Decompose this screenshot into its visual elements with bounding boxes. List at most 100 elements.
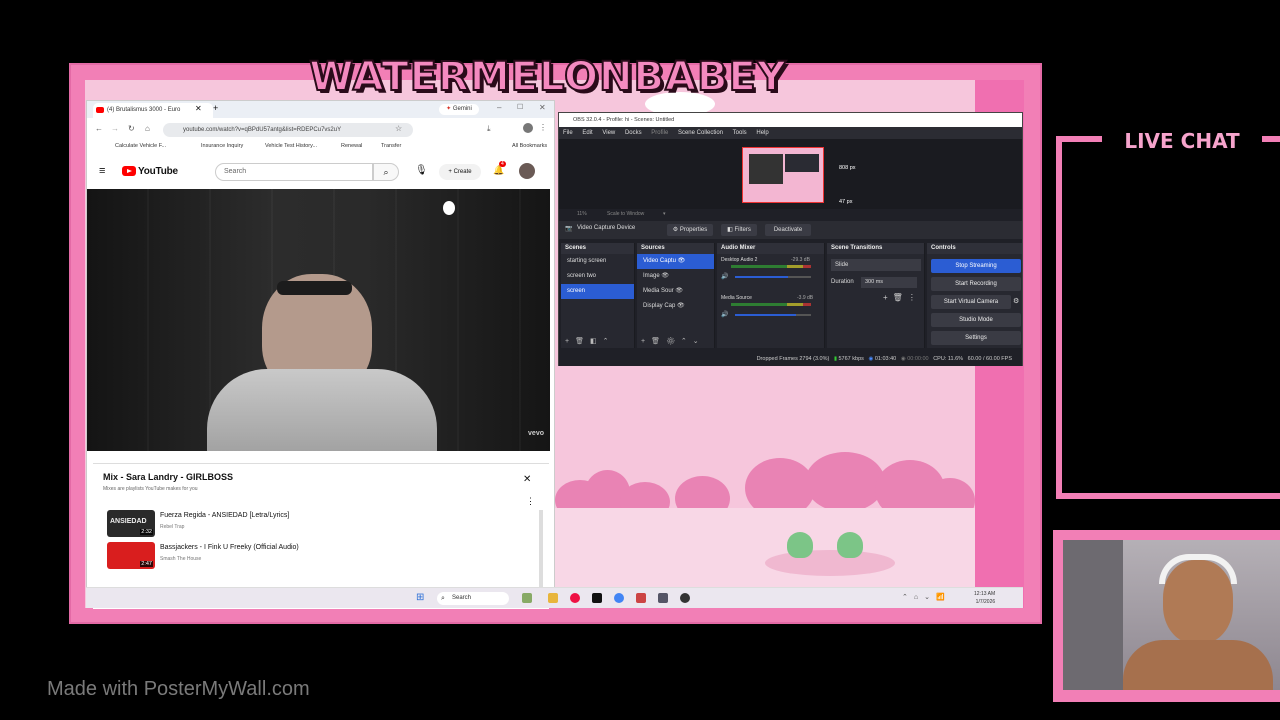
gear-icon[interactable]: ⚙ — [1013, 297, 1019, 305]
menu-item[interactable]: Tools — [733, 130, 747, 136]
properties-button[interactable]: ⚙ Properties — [667, 224, 713, 236]
eye-icon[interactable]: 👁 — [677, 303, 685, 309]
bookmark-item[interactable]: Vehicle Test History... — [265, 143, 317, 149]
volume-slider[interactable] — [735, 276, 811, 278]
properties-label: Properties — [679, 227, 708, 233]
chrome-icon[interactable] — [614, 593, 624, 603]
profile-avatar[interactable] — [523, 123, 533, 133]
create-button[interactable]: + Create — [439, 164, 481, 180]
close-playlist-icon[interactable]: ✕ — [523, 474, 531, 485]
bookmark-star-icon[interactable]: ☆ — [395, 124, 402, 133]
window-close-icon[interactable]: ✕ — [539, 103, 546, 112]
close-tab-icon[interactable]: ✕ — [195, 104, 202, 113]
ground-shadow — [765, 550, 895, 576]
download-icon[interactable]: ⤓ — [487, 124, 491, 134]
playlist-menu-icon[interactable]: ⋮ — [526, 496, 535, 507]
scale-mode[interactable]: Scale to Window — [607, 209, 644, 219]
tiktok-icon[interactable] — [592, 593, 602, 603]
bookmark-item[interactable]: Insurance Inquiry — [201, 143, 243, 149]
source-label: Media Sour — [643, 288, 674, 294]
source-item[interactable]: Media Sour 👁 — [637, 284, 714, 299]
eye-icon[interactable]: 👁 — [661, 273, 669, 279]
menu-item[interactable]: File — [563, 130, 573, 136]
start-recording-button[interactable]: Start Recording — [931, 277, 1021, 291]
file-explorer-icon[interactable] — [548, 593, 558, 603]
home-icon[interactable]: ⌂ — [145, 124, 150, 133]
playlist-scrollbar[interactable] — [539, 510, 543, 590]
microphone-icon[interactable]: 🎙 — [415, 165, 428, 176]
hamburger-menu-icon[interactable]: ≡ — [99, 165, 105, 177]
menu-item[interactable]: Docks — [625, 130, 642, 136]
scene-transitions-dock: Scene Transitions Slide Duration 300 ms … — [827, 243, 925, 348]
speaker-icon[interactable]: 🔊 — [721, 273, 728, 280]
playlist-item[interactable]: 2:47 Bassjackers - I Fink U Freeky (Offi… — [107, 542, 527, 570]
eye-icon[interactable]: 👁 — [678, 258, 686, 264]
settings-icon[interactable] — [658, 593, 668, 603]
video-player[interactable]: vevo — [87, 189, 550, 451]
menu-item[interactable]: Scene Collection — [678, 130, 723, 136]
bookmark-item[interactable]: Transfer — [381, 143, 401, 149]
zoom-level[interactable]: 11% — [577, 209, 587, 219]
search-icon[interactable]: ⌕ — [373, 163, 399, 181]
obs-preview[interactable]: 808 px 47 px — [559, 139, 1022, 209]
deactivate-button[interactable]: Deactivate — [765, 224, 811, 236]
ground — [555, 508, 975, 588]
stream-time: 01:03:40 — [874, 356, 897, 362]
menu-item[interactable]: Help — [756, 130, 768, 136]
all-bookmarks[interactable]: All Bookmarks — [512, 143, 547, 149]
forward-icon[interactable]: → — [111, 124, 119, 133]
menu-item[interactable]: Profile — [651, 130, 668, 136]
music-icon[interactable] — [636, 593, 646, 603]
eye-icon[interactable]: 👁 — [675, 288, 683, 294]
speaker-icon[interactable]: 🔊 — [721, 311, 728, 318]
menu-kebab-icon[interactable]: ⋮ — [539, 123, 547, 132]
opera-icon[interactable] — [570, 593, 580, 603]
playlist-subtitle: Mixes are playlists YouTube makes for yo… — [103, 486, 198, 492]
minimize-icon[interactable]: – — [497, 103, 501, 112]
volume-slider[interactable] — [735, 314, 811, 316]
chevron-down-icon[interactable]: ▾ — [663, 209, 666, 219]
scene-item[interactable]: screen two — [561, 269, 634, 284]
system-tray-icons[interactable]: ⌃⌂⌄📶 — [902, 593, 951, 601]
back-icon[interactable]: ← — [95, 124, 103, 133]
duration-input[interactable]: 300 ms — [861, 277, 917, 288]
person-shoulders — [1123, 640, 1273, 690]
scene-item[interactable]: starting screen — [561, 254, 634, 269]
filters-button[interactable]: ◧ Filters — [721, 224, 757, 236]
maximize-icon[interactable]: ☐ — [517, 103, 523, 111]
taskbar-search[interactable]: ⌕ Search — [437, 592, 509, 605]
channel-avatar[interactable] — [519, 163, 535, 179]
settings-button[interactable]: Settings — [931, 331, 1021, 345]
menu-item[interactable]: Edit — [582, 130, 592, 136]
source-item[interactable]: Image 👁 — [637, 269, 714, 284]
scene-item[interactable]: screen — [561, 284, 634, 299]
obs-icon[interactable] — [680, 593, 690, 603]
scene-toolbar-icons[interactable]: +🗑◧⌃ — [565, 337, 614, 345]
menu-item[interactable]: View — [602, 130, 615, 136]
studio-mode-button[interactable]: Studio Mode — [931, 313, 1021, 327]
url-field[interactable]: youtube.com/watch?v=qBPdU57antg&list=RDE… — [163, 123, 413, 137]
source-item[interactable]: Video Captu 👁 — [637, 254, 714, 269]
playlist-item[interactable]: ANSIEDAD 2:32 Fuerza Regida - ANSIEDAD [… — [107, 510, 527, 538]
gemini-label: Gemini — [452, 106, 472, 112]
vevo-watermark: vevo — [528, 430, 544, 437]
youtube-logo[interactable]: YouTube — [122, 166, 178, 177]
widget-icon[interactable] — [522, 593, 532, 603]
obs-window: OBS 32.0.4 - Profile: hi - Scenes: Untit… — [558, 112, 1023, 366]
transition-select[interactable]: Slide — [831, 259, 921, 271]
reload-icon[interactable]: ↻ — [128, 124, 135, 133]
source-item[interactable]: Display Cap 👁 — [637, 299, 714, 314]
record-time: 00:00:00 — [907, 356, 929, 362]
stop-streaming-button[interactable]: Stop Streaming — [931, 259, 1021, 273]
transition-toolbar-icons[interactable]: +🗑⋮ — [883, 293, 921, 302]
new-tab-icon[interactable]: + — [213, 103, 218, 113]
windows-start-icon[interactable]: ⊞ — [416, 592, 424, 603]
gemini-button[interactable]: ✦ Gemini — [439, 104, 479, 115]
preview-canvas[interactable] — [742, 147, 824, 203]
source-toolbar-icons[interactable]: +🗑⚙⌃⌄ — [641, 337, 705, 345]
bookmark-item[interactable]: Calculate Vehicle F... — [115, 143, 166, 149]
clock[interactable]: 12:13 AM 1/7/2026 — [974, 590, 995, 606]
start-virtual-camera-button[interactable]: Start Virtual Camera — [931, 295, 1011, 309]
youtube-search-input[interactable]: Search — [215, 163, 373, 181]
bookmark-item[interactable]: Renewal — [341, 143, 362, 149]
